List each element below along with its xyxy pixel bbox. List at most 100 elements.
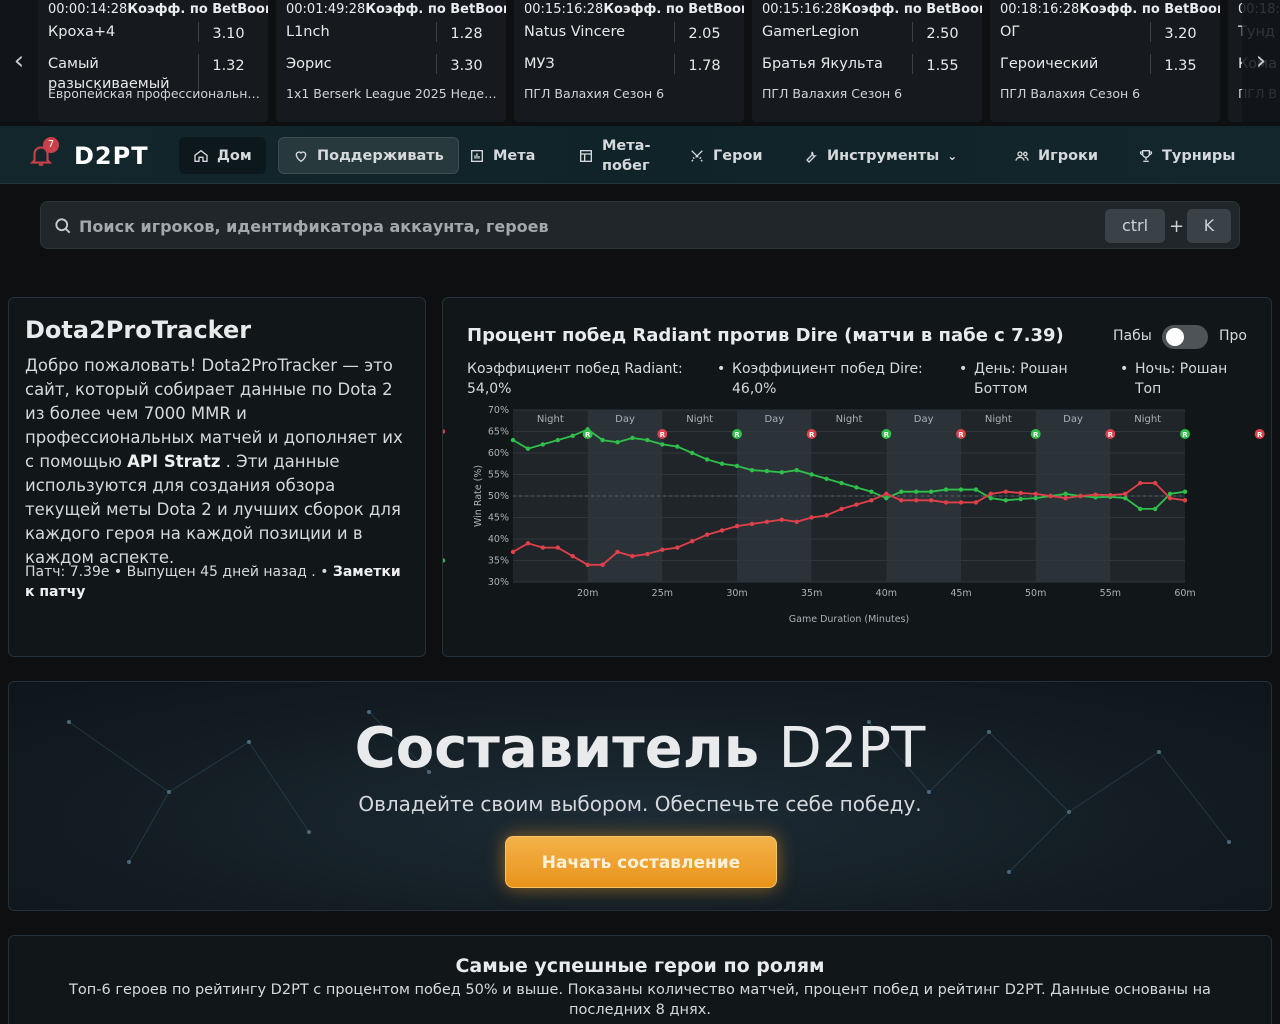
radiant-point xyxy=(734,463,740,469)
pubs-pro-toggle[interactable] xyxy=(1162,325,1208,349)
site-logo[interactable]: D2PT xyxy=(74,142,149,170)
dire-point xyxy=(1182,498,1188,503)
odds-value[interactable]: 1.28 xyxy=(436,22,496,42)
team-row: L1nch 1.28 xyxy=(286,22,496,42)
nav-tools[interactable]: Инструменты ⌄ xyxy=(789,137,971,174)
nav-meta-win[interactable]: Мета- побег xyxy=(564,137,664,174)
y-axis-title: Win Rate (%) xyxy=(473,465,484,527)
dire-point xyxy=(1093,492,1098,497)
odds-value[interactable]: 1.35 xyxy=(1150,54,1210,74)
start-drafting-button[interactable]: Начать составление xyxy=(505,836,777,888)
dire-point xyxy=(839,506,844,512)
y-tick-label: 65% xyxy=(488,427,509,438)
team-name: Кроха+4 xyxy=(48,24,116,40)
radiant-point xyxy=(794,468,799,473)
radiant-point xyxy=(884,495,889,501)
radiant-point xyxy=(1033,495,1038,501)
team-name: Эорис xyxy=(286,56,332,72)
dire-point xyxy=(794,519,799,524)
search-input[interactable] xyxy=(79,210,979,242)
team-row: Братья Якульта 1.55 xyxy=(762,54,972,74)
phase-label: Night xyxy=(1134,414,1161,425)
dire-point xyxy=(570,554,575,559)
team-row: GamerLegion 2.50 xyxy=(762,22,972,42)
radiant-point xyxy=(600,437,605,443)
match-time: 00:15:16:28Коэфф. по BetBoom xyxy=(524,2,744,17)
match-time: 00:18:16:28Коэфф. по BetBoom xyxy=(1000,2,1220,17)
dire-point xyxy=(973,500,979,505)
main-nav: 7 D2PT Дом Поддерживать Мета Мета- побег… xyxy=(0,126,1280,184)
team-row: Кроха+4 3.10 xyxy=(48,22,258,42)
league-name: 1x1 Berserk League 2025 Неделя 1... xyxy=(286,86,498,101)
patch-info: Патч: 7.39e • Выпущен 45 дней назад . • … xyxy=(25,564,401,600)
dire-point xyxy=(443,429,446,434)
odds-value[interactable]: 1.55 xyxy=(912,54,972,74)
roshan-marker-label: R xyxy=(1257,431,1263,439)
dire-point xyxy=(719,528,725,533)
nav-heroes[interactable]: Герои xyxy=(675,137,777,174)
best-heroes-section: Самые успешные герои по ролям Топ-6 геро… xyxy=(8,935,1272,1024)
team-row: Эорис 3.30 xyxy=(286,54,496,74)
x-tick-label: 40m xyxy=(876,588,897,599)
dire-point xyxy=(645,551,650,557)
x-tick-label: 35m xyxy=(801,588,822,599)
radiant-point xyxy=(988,495,994,501)
nav-meta[interactable]: Мета xyxy=(455,137,549,174)
radiant-point xyxy=(555,437,560,443)
odds-value[interactable]: 2.05 xyxy=(674,22,734,42)
team-row: МУЗ 1.78 xyxy=(524,54,734,74)
trophy-icon xyxy=(1139,149,1153,162)
odds-value[interactable]: 3.10 xyxy=(198,22,258,42)
dire-point xyxy=(1167,495,1173,501)
y-tick-label: 55% xyxy=(488,470,509,481)
x-axis-title: Game Duration (Minutes) xyxy=(789,614,909,625)
league-name: ПГЛ Валахия Сезон 6 xyxy=(1000,86,1141,101)
dire-point xyxy=(928,498,934,503)
league-name: ПГЛ Валахия Сезон 6 xyxy=(524,86,665,101)
match-card[interactable]: 00:18:16:28Коэфф. по BetBoom ОГ 3.20 Героич… xyxy=(990,0,1220,122)
dire-point xyxy=(764,519,770,524)
odds-value[interactable]: 3.30 xyxy=(436,54,496,74)
winrate-title: Процент побед Radiant против Dire (матчи… xyxy=(467,325,1064,346)
dire-point xyxy=(660,547,665,552)
nav-support[interactable]: Поддерживать xyxy=(278,137,459,174)
phase-label: Night xyxy=(985,414,1012,425)
match-card[interactable]: 00:01:49:28Коэфф. по BetBoom L1nch 1.28 Эор… xyxy=(276,0,506,122)
nav-home[interactable]: Дом xyxy=(179,137,266,174)
chevron-down-icon: ⌄ xyxy=(947,148,958,163)
toggle-knob xyxy=(1166,328,1184,346)
heart-icon xyxy=(295,150,307,162)
x-tick-label: 50m xyxy=(1025,588,1046,599)
x-tick-label: 45m xyxy=(950,588,971,599)
nav-tournaments[interactable]: Турниры xyxy=(1124,137,1249,174)
shortcut-plus: + xyxy=(1169,216,1185,237)
odds-value[interactable]: 3.20 xyxy=(1150,22,1210,42)
match-time: 00:15:16:28Коэфф. по BetBoom xyxy=(762,2,982,17)
odds-value[interactable]: 2.50 xyxy=(912,22,972,42)
dire-point xyxy=(1138,480,1143,486)
roshan-marker-label: R xyxy=(1033,431,1039,439)
dire-point xyxy=(943,500,949,505)
team-name: Героический xyxy=(1000,56,1099,72)
league-name: Европейская профессиональная лига ... xyxy=(48,86,260,101)
odds-value[interactable]: 1.78 xyxy=(674,54,734,74)
dire-point xyxy=(1048,493,1053,499)
phase-label: Day xyxy=(1063,414,1083,425)
radiant-point xyxy=(1123,495,1128,501)
dire-point xyxy=(1152,480,1158,486)
ticker-prev-button[interactable]: ‹ xyxy=(0,0,38,122)
match-time: 00:00:14:28Коэфф. по BetBoom xyxy=(48,2,268,17)
phase-label: Night xyxy=(836,414,863,425)
radiant-point xyxy=(719,461,725,466)
match-card[interactable]: 00:15:16:28Коэфф. по BetBoom GamerLegion 2… xyxy=(752,0,982,122)
match-card[interactable]: 00:00:14:28Коэфф. по BetBoom Кроха+4 3.10 С… xyxy=(38,0,268,122)
intro-panel: Dota2ProTracker Добро пожаловать! Dota2P… xyxy=(8,297,426,657)
radiant-point xyxy=(443,558,446,563)
dire-point xyxy=(779,517,784,522)
stratz-api-link[interactable]: API Stratz xyxy=(127,452,220,471)
match-card[interactable]: 00:15:16:28Коэфф. по BetBoom Natus Vincer… xyxy=(514,0,744,122)
stat-radiant: Коэффициент побед Radiant: 54,0% xyxy=(467,361,683,397)
y-tick-label: 50% xyxy=(488,491,509,502)
ticker-next-button[interactable]: › xyxy=(1242,0,1280,122)
nav-players[interactable]: Игроки xyxy=(1000,137,1112,174)
